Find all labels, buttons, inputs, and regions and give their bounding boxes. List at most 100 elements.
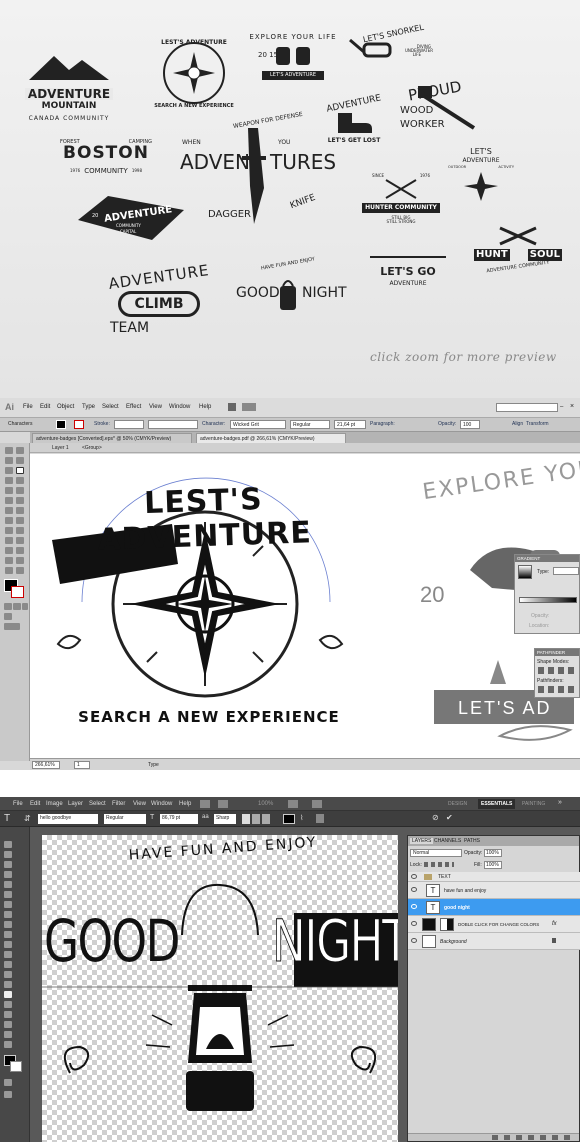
text-color-swatch[interactable] [283,814,295,824]
expand-workspace-icon[interactable]: » [558,799,562,806]
menu-window[interactable]: Window [151,801,172,807]
blur-tool-icon[interactable] [4,961,12,968]
gradient-panel-title[interactable]: GRADIENT [515,555,579,562]
document-canvas[interactable]: HAVE FUN AND ENJOY GOOD NIGHT [42,835,398,1142]
marquee-tool-icon[interactable] [4,851,12,858]
close-icon[interactable]: × [570,403,574,410]
fill-field[interactable]: 100% [484,861,502,869]
orientation-icon[interactable]: ⇵ [24,814,31,823]
zoom-tool-icon[interactable] [4,1041,12,1048]
workspace-essentials[interactable]: ESSENTIALS [478,799,516,809]
link-layers-icon[interactable] [492,1135,498,1140]
menu-image[interactable]: Image [46,801,63,807]
opacity-field[interactable]: 100 [460,420,480,429]
magic-wand-tool-icon[interactable] [5,457,13,464]
direct-selection-tool-icon[interactable] [16,447,24,454]
tab-pdf-document[interactable]: adventure-badges.pdf @ 266,61% (CMYK/Pre… [196,433,346,443]
pencil-tool-icon[interactable] [16,487,24,494]
pathfinder-panel-title[interactable]: PATHFINDER [535,649,579,656]
menu-help[interactable]: Help [199,404,211,410]
menu-view[interactable]: View [133,801,146,807]
page-field[interactable]: 1 [74,761,90,769]
gradient-slider[interactable] [519,597,577,603]
arrange-icon[interactable] [242,403,256,411]
blob-brush-tool-icon[interactable] [5,497,13,504]
arrange-documents-icon[interactable] [288,800,298,808]
hand-tool-icon[interactable] [5,567,13,574]
zoom-level[interactable]: 100% [258,801,273,807]
bridge-icon[interactable] [200,800,210,808]
fx-icon[interactable]: fx [552,921,557,927]
crop-tool-icon[interactable] [4,881,12,888]
blend-tool-icon[interactable] [16,547,24,554]
minimize-icon[interactable]: – [560,404,563,410]
eraser-tool-icon[interactable] [4,941,12,948]
pathfinder-buttons[interactable] [538,686,578,693]
layer-row-effects[interactable]: DOBLE CLICK FOR CHANGE COLORS fx [408,916,580,933]
opacity-field[interactable]: 100% [484,849,502,857]
menu-type[interactable]: Type [82,404,95,410]
layer-row-text-selected[interactable]: T good night [408,899,580,916]
menu-filter[interactable]: Filter [112,801,125,807]
eyedropper-tool-icon[interactable] [4,891,12,898]
commit-icon[interactable]: ✔ [446,813,453,822]
graph-tool-icon[interactable] [16,527,24,534]
type-tool-icon[interactable] [16,467,24,474]
scale-tool-icon[interactable] [16,507,24,514]
align-left-button[interactable] [242,814,250,824]
align-right-button[interactable] [262,814,270,824]
visibility-eye-icon[interactable] [411,887,417,892]
gradient-type-select[interactable] [553,567,579,575]
none-mode-icon[interactable] [22,603,28,610]
free-transform-tool-icon[interactable] [16,517,24,524]
search-input[interactable] [496,403,558,412]
gradient-swatch[interactable] [518,565,532,579]
font-family-field[interactable]: Wicked Grit [230,420,286,429]
symbol-sprayer-tool-icon[interactable] [5,527,13,534]
workspace-painting[interactable]: PAINTING [522,801,545,807]
paintbrush-tool-icon[interactable] [5,487,13,494]
new-layer-icon[interactable] [552,1135,558,1140]
draw-mode-icon[interactable] [4,613,12,620]
line-tool-icon[interactable] [5,477,13,484]
menu-edit[interactable]: Edit [40,404,50,410]
tab-channels[interactable]: CHANNELS [434,838,461,844]
layer-row-group[interactable]: TEXT [408,872,580,882]
layer-row-text[interactable]: T have fun and enjoy [408,882,580,899]
3d-tool-icon[interactable] [4,1021,12,1028]
zoom-field[interactable]: 266,61% [32,761,60,769]
transform-label[interactable]: Transform [526,421,549,427]
move-tool-icon[interactable] [4,841,12,848]
visibility-eye-icon[interactable] [411,921,417,926]
stroke-style-field[interactable] [148,420,198,429]
layer-row-background[interactable]: Background [408,933,580,950]
stroke-swatch[interactable] [74,420,84,429]
color-mode-icon[interactable] [4,603,12,610]
rectangle-tool-icon[interactable] [16,477,24,484]
warp-tool-icon[interactable] [5,517,13,524]
visibility-eye-icon[interactable] [411,904,417,909]
selection-tool-icon[interactable] [5,447,13,454]
menu-object[interactable]: Object [57,404,74,410]
gradient-mode-icon[interactable] [13,603,21,610]
screen-mode-icon[interactable] [4,1091,12,1098]
shape-mode-buttons[interactable] [538,667,578,674]
tab-layers[interactable]: LAYERS [410,838,434,844]
screen-mode-icon[interactable] [312,800,322,808]
artboard-tool-icon[interactable] [5,557,13,564]
menu-select[interactable]: Select [89,801,106,807]
screen-mode-icon[interactable] [4,623,20,630]
font-family-field[interactable]: hello goodbye [38,814,98,824]
quick-select-tool-icon[interactable] [4,871,12,878]
background-color-swatch[interactable] [10,1061,22,1072]
dodge-tool-icon[interactable] [4,971,12,978]
align-center-button[interactable] [252,814,260,824]
stroke-label[interactable]: Stroke: [94,421,110,427]
quick-mask-icon[interactable] [4,1079,12,1086]
menu-window[interactable]: Window [169,404,190,410]
minibridge-icon[interactable] [218,800,228,808]
type-tool-icon[interactable] [4,991,12,998]
shape-tool-icon[interactable] [4,1011,12,1018]
trash-icon[interactable] [564,1135,570,1140]
menu-select[interactable]: Select [102,404,119,410]
